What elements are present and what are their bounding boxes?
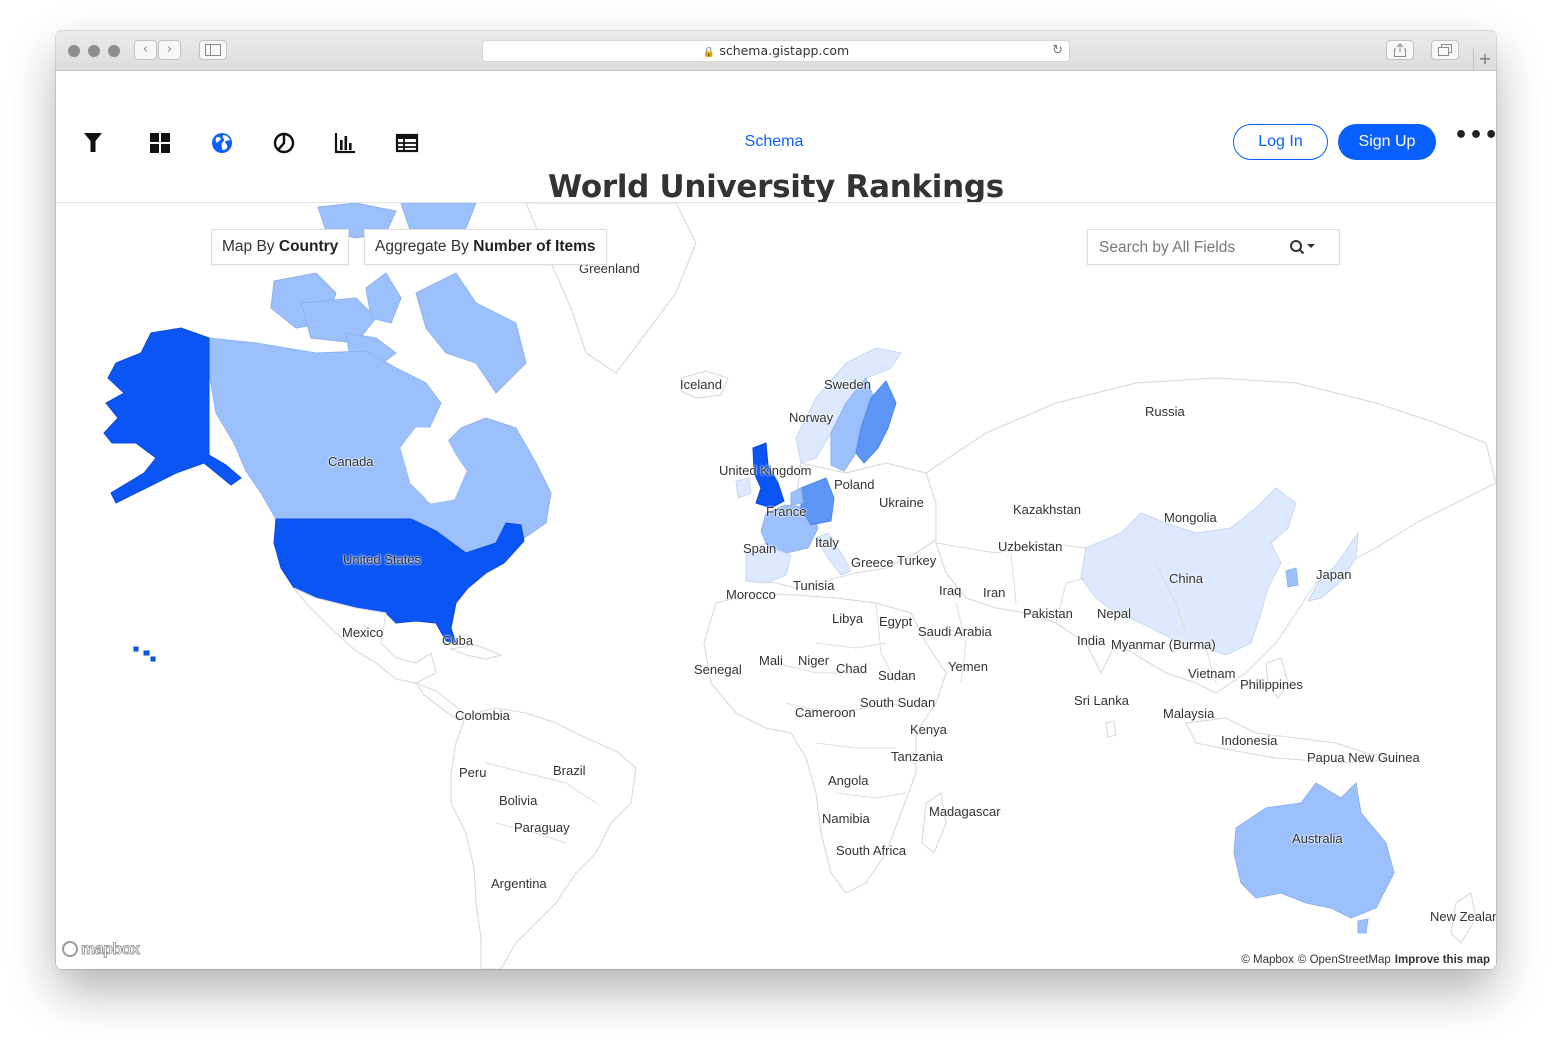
map-label: Papua New Guinea bbox=[1307, 750, 1420, 765]
search-icon[interactable] bbox=[1289, 238, 1319, 258]
attribution-osm-link[interactable]: © OpenStreetMap bbox=[1298, 954, 1391, 966]
map-label: Senegal bbox=[694, 662, 742, 677]
aggregate-by-prefix: Aggregate By bbox=[375, 238, 469, 255]
map-label: Uzbekistan bbox=[998, 539, 1063, 554]
search-input[interactable] bbox=[1097, 236, 1286, 260]
country-hawaii bbox=[133, 646, 156, 662]
map-by-dropdown[interactable]: Map By Country bbox=[211, 229, 350, 265]
map-label: Norway bbox=[789, 410, 834, 425]
aggregate-by-value: Number of Items bbox=[473, 238, 596, 255]
map-label: Canada bbox=[328, 454, 374, 469]
map-label: Iceland bbox=[680, 377, 722, 392]
country-canada-baffin bbox=[415, 272, 527, 394]
country-tasmania bbox=[1357, 918, 1369, 934]
map-label: Libya bbox=[832, 611, 864, 626]
map-label: Pakistan bbox=[1023, 606, 1073, 621]
map-label: Mexico bbox=[342, 625, 384, 640]
map-label: India bbox=[1077, 633, 1106, 648]
country-sri-lanka bbox=[1105, 720, 1117, 738]
map-by-value: Country bbox=[278, 238, 339, 255]
aggregate-by-dropdown[interactable]: Aggregate By Number of Items bbox=[364, 229, 607, 265]
map-label: Russia bbox=[1145, 404, 1185, 419]
map-label: Greece bbox=[851, 555, 894, 570]
map-label: Sudan bbox=[878, 668, 916, 683]
map-label: Argentina bbox=[491, 876, 547, 891]
map-label: Iran bbox=[983, 585, 1006, 600]
map-label: Ukraine bbox=[879, 495, 924, 510]
mapbox-logo-text: mapbox bbox=[80, 941, 140, 959]
map-attribution: © Mapbox © OpenStreetMap Improve this map bbox=[1235, 954, 1492, 966]
map-label: Turkey bbox=[897, 553, 937, 568]
map-label: Tanzania bbox=[891, 749, 944, 764]
map-label: China bbox=[1169, 571, 1203, 586]
map-label: Niger bbox=[798, 653, 830, 668]
map-label: South Sudan bbox=[860, 695, 936, 710]
country-ireland bbox=[735, 477, 752, 499]
map-label: Spain bbox=[743, 541, 777, 556]
map-label: Madagascar bbox=[929, 804, 1001, 819]
map-label: France bbox=[766, 504, 807, 519]
map-label: United Kingdom bbox=[719, 463, 812, 478]
map-label: Bolivia bbox=[499, 793, 538, 808]
continent-africa bbox=[703, 592, 947, 894]
sign-up-button[interactable]: Sign Up bbox=[1338, 124, 1436, 160]
map-label: Poland bbox=[834, 477, 875, 492]
map-label: Colombia bbox=[455, 708, 510, 723]
map-label: Myanmar (Burma) bbox=[1111, 637, 1216, 652]
country-south-america bbox=[450, 707, 637, 969]
map-label: Malaysia bbox=[1163, 706, 1215, 721]
map-label: Vietnam bbox=[1188, 666, 1236, 681]
map-label: South Africa bbox=[836, 843, 907, 858]
map-canvas[interactable] bbox=[56, 203, 1496, 969]
map-by-prefix: Map By bbox=[222, 238, 275, 255]
improve-map-link[interactable]: Improve this map bbox=[1395, 954, 1490, 966]
map-label: Angola bbox=[828, 773, 869, 788]
map-label: Japan bbox=[1316, 567, 1352, 582]
map-label: Kenya bbox=[910, 722, 947, 737]
map-label: Cuba bbox=[442, 633, 474, 648]
map-label: Yemen bbox=[948, 659, 988, 674]
map-label: Cameroon bbox=[795, 705, 856, 720]
country-madagascar bbox=[921, 792, 947, 854]
map-label: Nepal bbox=[1097, 606, 1131, 621]
mapbox-logo-icon bbox=[62, 941, 78, 957]
map-label: Peru bbox=[459, 765, 487, 780]
browser-window: ‹ › 🔒 schema.gistapp.com ↻ + Schema Log … bbox=[56, 31, 1496, 969]
attribution-mapbox-link[interactable]: © Mapbox bbox=[1241, 954, 1294, 966]
map-label: New Zealand bbox=[1430, 909, 1496, 924]
map-label: Tunisia bbox=[793, 578, 835, 593]
log-in-button[interactable]: Log In bbox=[1233, 124, 1328, 160]
world-map[interactable]: Greenland Canada United States Mexico Cu… bbox=[56, 203, 1496, 969]
chevron-down-icon bbox=[1307, 244, 1315, 248]
map-label: Sri Lanka bbox=[1074, 693, 1129, 708]
map-label: Indonesia bbox=[1221, 733, 1278, 748]
map-label: Sweden bbox=[824, 377, 871, 392]
map-label: Italy bbox=[815, 535, 839, 550]
mapbox-logo[interactable]: mapbox bbox=[62, 941, 140, 963]
map-label: Iraq bbox=[939, 583, 962, 598]
map-label: Brazil bbox=[553, 763, 586, 778]
map-label: Kazakhstan bbox=[1013, 502, 1081, 517]
country-south-korea bbox=[1285, 567, 1299, 588]
country-netherlands bbox=[790, 487, 804, 506]
page-title: World University Rankings bbox=[548, 169, 1004, 205]
map-label: Paraguay bbox=[514, 820, 570, 835]
app-header: Schema Log In Sign Up ••• World Universi… bbox=[56, 31, 1496, 205]
search-box[interactable] bbox=[1087, 229, 1340, 265]
map-label: Mongolia bbox=[1164, 510, 1217, 525]
map-label: Morocco bbox=[726, 587, 776, 602]
map-label: Chad bbox=[836, 661, 868, 676]
map-label: Egypt bbox=[879, 614, 913, 629]
map-label: Mali bbox=[759, 653, 783, 668]
country-canada-arctic-5 bbox=[365, 272, 402, 324]
map-label: Philippines bbox=[1240, 677, 1303, 692]
map-label: Saudi Arabia bbox=[918, 624, 992, 639]
map-label: Namibia bbox=[822, 811, 870, 826]
country-australia bbox=[1233, 781, 1395, 919]
map-label: Australia bbox=[1292, 831, 1343, 846]
more-options-icon[interactable]: ••• bbox=[1454, 123, 1496, 148]
map-label: United States bbox=[343, 552, 422, 567]
